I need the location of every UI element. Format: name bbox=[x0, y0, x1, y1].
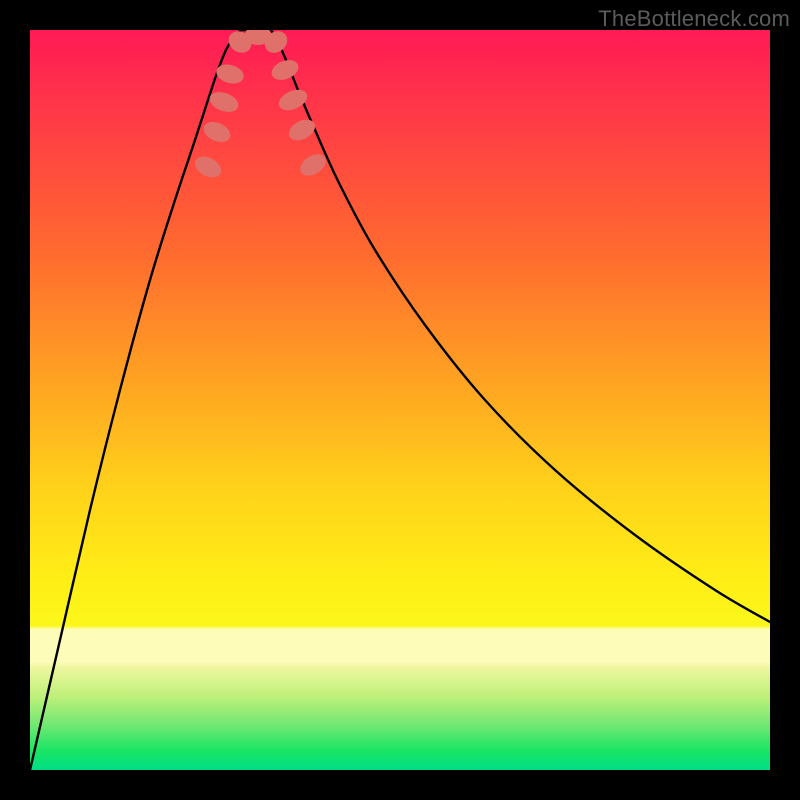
curve-marker bbox=[285, 115, 318, 144]
plot-area bbox=[30, 30, 770, 770]
curve-marker bbox=[207, 88, 241, 115]
chart-frame: TheBottleneck.com bbox=[0, 0, 800, 800]
marker-group bbox=[191, 30, 329, 182]
watermark-text: TheBottleneck.com bbox=[598, 6, 790, 32]
curve-marker bbox=[191, 152, 224, 181]
curve-path bbox=[30, 30, 770, 770]
curve-marker bbox=[201, 118, 234, 146]
bottleneck-curve bbox=[30, 30, 770, 770]
